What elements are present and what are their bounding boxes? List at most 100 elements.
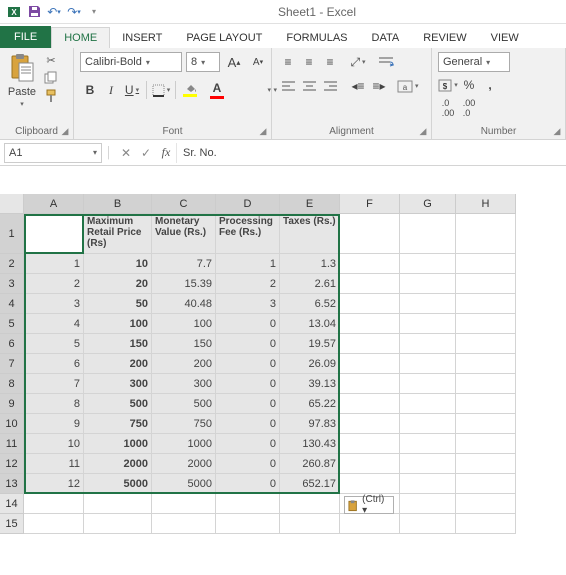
cell-A9[interactable]: 8 — [24, 394, 84, 414]
cell-C12[interactable]: 2000 — [152, 454, 216, 474]
cell-E9[interactable]: 65.22 — [280, 394, 340, 414]
paste-label[interactable]: Paste — [8, 86, 36, 98]
cell-E1[interactable]: Taxes (Rs.) — [280, 214, 340, 254]
cell-E10[interactable]: 97.83 — [280, 414, 340, 434]
tab-formulas[interactable]: FORMULAS — [274, 28, 359, 48]
cell-B8[interactable]: 300 — [84, 374, 152, 394]
cell-D7[interactable]: 0 — [216, 354, 280, 374]
font-dialog-launcher-icon[interactable]: ◢ — [257, 125, 269, 137]
cell-G12[interactable] — [400, 454, 456, 474]
cell-E15[interactable] — [280, 514, 340, 534]
cell-D4[interactable]: 3 — [216, 294, 280, 314]
borders-button[interactable]: ▾ — [151, 80, 171, 100]
tab-review[interactable]: REVIEW — [411, 28, 478, 48]
cell-F9[interactable] — [340, 394, 400, 414]
cell-D3[interactable]: 2 — [216, 274, 280, 294]
cell-A3[interactable]: 2 — [24, 274, 84, 294]
col-header-H[interactable]: H — [456, 194, 516, 214]
cell-G8[interactable] — [400, 374, 456, 394]
cell-B7[interactable]: 200 — [84, 354, 152, 374]
cell-A13[interactable]: 12 — [24, 474, 84, 494]
col-header-A[interactable]: A — [24, 194, 84, 214]
cell-H11[interactable] — [456, 434, 516, 454]
cell-B11[interactable]: 1000 — [84, 434, 152, 454]
cell-B9[interactable]: 500 — [84, 394, 152, 414]
cell-B14[interactable] — [84, 494, 152, 514]
cell-G5[interactable] — [400, 314, 456, 334]
font-color-button[interactable]: A▾ — [207, 80, 227, 100]
undo-icon[interactable]: ↶▾ — [46, 4, 62, 20]
row-header-11[interactable]: 11 — [0, 434, 24, 454]
cell-G15[interactable] — [400, 514, 456, 534]
comma-format-icon[interactable]: , — [480, 75, 500, 95]
cut-icon[interactable]: ✂ — [42, 52, 60, 68]
row-header-4[interactable]: 4 — [0, 294, 24, 314]
col-header-G[interactable]: G — [400, 194, 456, 214]
cell-H10[interactable] — [456, 414, 516, 434]
cell-E3[interactable]: 2.61 — [280, 274, 340, 294]
cell-G9[interactable] — [400, 394, 456, 414]
grow-font-icon[interactable]: A▴ — [224, 52, 244, 72]
cell-D2[interactable]: 1 — [216, 254, 280, 274]
cell-E7[interactable]: 26.09 — [280, 354, 340, 374]
cell-C11[interactable]: 1000 — [152, 434, 216, 454]
orientation-icon[interactable]: ⤢▾ — [348, 52, 368, 72]
cell-C2[interactable]: 7.7 — [152, 254, 216, 274]
cell-F13[interactable] — [340, 474, 400, 494]
cell-C8[interactable]: 300 — [152, 374, 216, 394]
cell-B4[interactable]: 50 — [84, 294, 152, 314]
cell-A15[interactable] — [24, 514, 84, 534]
cell-A10[interactable]: 9 — [24, 414, 84, 434]
clipboard-dialog-launcher-icon[interactable]: ◢ — [59, 125, 71, 137]
cell-A12[interactable]: 11 — [24, 454, 84, 474]
cell-D15[interactable] — [216, 514, 280, 534]
cell-H5[interactable] — [456, 314, 516, 334]
cell-H9[interactable] — [456, 394, 516, 414]
cell-H6[interactable] — [456, 334, 516, 354]
cell-E12[interactable]: 260.87 — [280, 454, 340, 474]
tab-data[interactable]: DATA — [360, 28, 412, 48]
alignment-dialog-launcher-icon[interactable]: ◢ — [417, 125, 429, 137]
row-header-7[interactable]: 7 — [0, 354, 24, 374]
cell-D8[interactable]: 0 — [216, 374, 280, 394]
cell-A2[interactable]: 1 — [24, 254, 84, 274]
wrap-text-icon[interactable] — [376, 52, 396, 72]
tab-home[interactable]: HOME — [51, 27, 110, 48]
number-dialog-launcher-icon[interactable]: ◢ — [551, 125, 563, 137]
cell-A7[interactable]: 6 — [24, 354, 84, 374]
merge-center-icon[interactable]: a▾ — [397, 76, 419, 96]
cell-G13[interactable] — [400, 474, 456, 494]
cell-C3[interactable]: 15.39 — [152, 274, 216, 294]
tab-insert[interactable]: INSERT — [110, 28, 174, 48]
cell-B5[interactable]: 100 — [84, 314, 152, 334]
format-painter-icon[interactable] — [42, 88, 60, 104]
col-header-E[interactable]: E — [280, 194, 340, 214]
cell-C13[interactable]: 5000 — [152, 474, 216, 494]
cell-C4[interactable]: 40.48 — [152, 294, 216, 314]
row-header-12[interactable]: 12 — [0, 454, 24, 474]
formula-input[interactable]: Sr. No. — [176, 143, 566, 163]
cell-C6[interactable]: 150 — [152, 334, 216, 354]
cell-H15[interactable] — [456, 514, 516, 534]
row-header-3[interactable]: 3 — [0, 274, 24, 294]
cell-H4[interactable] — [456, 294, 516, 314]
decrease-indent-icon[interactable]: ◂≡ — [348, 76, 368, 96]
cell-F11[interactable] — [340, 434, 400, 454]
tab-page-layout[interactable]: PAGE LAYOUT — [174, 28, 274, 48]
cell-E2[interactable]: 1.3 — [280, 254, 340, 274]
cell-B2[interactable]: 10 — [84, 254, 152, 274]
cell-A4[interactable]: 3 — [24, 294, 84, 314]
cell-G11[interactable] — [400, 434, 456, 454]
cell-B6[interactable]: 150 — [84, 334, 152, 354]
cell-E13[interactable]: 652.17 — [280, 474, 340, 494]
cell-E11[interactable]: 130.43 — [280, 434, 340, 454]
cell-E14[interactable] — [280, 494, 340, 514]
cell-H8[interactable] — [456, 374, 516, 394]
cell-A1[interactable]: Sr. No. — [24, 214, 84, 254]
cell-D5[interactable]: 0 — [216, 314, 280, 334]
underline-button[interactable]: U▾ — [122, 80, 142, 100]
cell-F10[interactable] — [340, 414, 400, 434]
cell-D11[interactable]: 0 — [216, 434, 280, 454]
cell-B15[interactable] — [84, 514, 152, 534]
cell-G3[interactable] — [400, 274, 456, 294]
